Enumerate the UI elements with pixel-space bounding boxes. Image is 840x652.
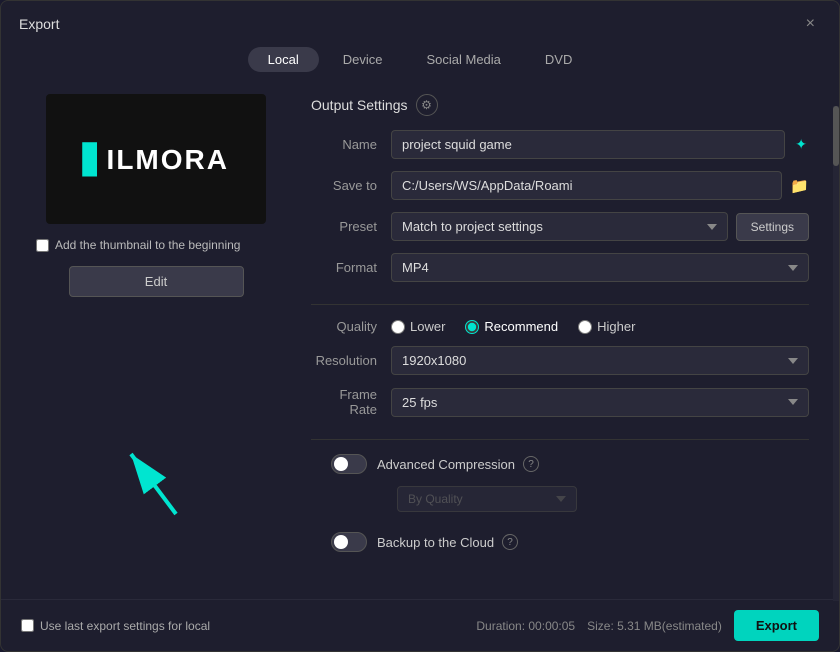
right-panel: Output Settings ⚙ Name ✦ Save to 📁 Prese… — [301, 84, 829, 599]
quality-lower-item[interactable]: Lower — [391, 319, 445, 334]
left-panel: ▋ILMORA Add the thumbnail to the beginni… — [11, 84, 301, 599]
backup-cloud-label: Backup to the Cloud — [377, 535, 494, 550]
frame-rate-label: Frame Rate — [311, 387, 391, 417]
format-row: Format MP4 — [311, 253, 809, 282]
backup-cloud-help-icon[interactable]: ? — [502, 534, 518, 550]
preset-row: Preset Match to project settings Setting… — [311, 212, 809, 241]
quality-lower-radio[interactable] — [391, 320, 405, 334]
quality-row: Quality Lower Recommend Higher — [311, 319, 809, 334]
format-select[interactable]: MP4 — [391, 253, 809, 282]
tab-device[interactable]: Device — [323, 47, 403, 72]
advanced-compression-label: Advanced Compression — [377, 457, 515, 472]
preset-label: Preset — [311, 219, 391, 234]
quality-label: Quality — [311, 319, 391, 334]
quality-higher-item[interactable]: Higher — [578, 319, 635, 334]
name-input[interactable] — [391, 130, 785, 159]
resolution-row: Resolution 1920x1080 — [311, 346, 809, 375]
quality-radio-group: Lower Recommend Higher — [391, 319, 635, 334]
filmora-logo: ▋ILMORA — [83, 143, 229, 176]
quality-recommend-radio[interactable] — [465, 320, 479, 334]
arrow-area — [111, 297, 201, 589]
save-to-label: Save to — [311, 178, 391, 193]
preset-select-row: Match to project settings Settings — [391, 212, 809, 241]
save-to-input[interactable] — [391, 171, 782, 200]
advanced-compression-toggle[interactable] — [331, 454, 367, 474]
format-label: Format — [311, 260, 391, 275]
output-settings-header: Output Settings ⚙ — [311, 94, 809, 116]
by-quality-select[interactable]: By Quality — [397, 486, 577, 512]
thumbnail-preview: ▋ILMORA — [46, 94, 266, 224]
scrollbar-thumb[interactable] — [833, 106, 839, 166]
export-dialog: Export × Local Device Social Media DVD ▋… — [0, 0, 840, 652]
divider-2 — [311, 439, 809, 440]
footer-size: Size: 5.31 MB(estimated) — [587, 619, 722, 633]
use-last-settings-label: Use last export settings for local — [40, 619, 210, 633]
frame-rate-select[interactable]: 25 fps — [391, 388, 809, 417]
edit-button[interactable]: Edit — [69, 266, 244, 297]
footer-duration: Duration: 00:00:05 — [476, 619, 575, 633]
divider-1 — [311, 304, 809, 305]
f-icon: ▋ — [83, 144, 107, 175]
scrollbar-track — [833, 106, 839, 599]
tab-dvd[interactable]: DVD — [525, 47, 592, 72]
by-quality-container: By Quality — [311, 486, 809, 522]
tab-social-media[interactable]: Social Media — [406, 47, 520, 72]
tab-local[interactable]: Local — [248, 47, 319, 72]
quality-recommend-item[interactable]: Recommend — [465, 319, 558, 334]
export-button[interactable]: Export — [734, 610, 819, 641]
tabs-bar: Local Device Social Media DVD — [1, 43, 839, 84]
pointer-arrow — [111, 429, 191, 529]
content-area: ▋ILMORA Add the thumbnail to the beginni… — [1, 84, 839, 599]
preset-settings-button[interactable]: Settings — [736, 213, 809, 241]
title-bar: Export × — [1, 1, 839, 43]
quality-lower-label: Lower — [410, 319, 445, 334]
frame-rate-row: Frame Rate 25 fps — [311, 387, 809, 417]
footer-checkbox-row: Use last export settings for local — [21, 619, 210, 633]
folder-icon-button[interactable]: 📁 — [790, 177, 809, 195]
ai-icon-button[interactable]: ✦ — [793, 134, 809, 155]
settings-circle-icon: ⚙ — [416, 94, 438, 116]
name-row: Name ✦ — [311, 130, 809, 159]
dialog-title: Export — [19, 16, 59, 32]
resolution-label: Resolution — [311, 353, 391, 368]
resolution-select[interactable]: 1920x1080 — [391, 346, 809, 375]
add-thumbnail-label: Add the thumbnail to the beginning — [55, 238, 240, 252]
backup-cloud-toggle[interactable] — [331, 532, 367, 552]
advanced-compression-row: Advanced Compression ? — [311, 454, 809, 474]
quality-recommend-label: Recommend — [484, 319, 558, 334]
name-label: Name — [311, 137, 391, 152]
footer: Use last export settings for local Durat… — [1, 599, 839, 651]
close-button[interactable]: × — [800, 13, 821, 35]
save-to-row: Save to 📁 — [311, 171, 809, 200]
advanced-compression-help-icon[interactable]: ? — [523, 456, 539, 472]
add-thumbnail-checkbox[interactable] — [36, 239, 49, 252]
thumbnail-checkbox-row: Add the thumbnail to the beginning — [31, 238, 281, 252]
quality-higher-radio[interactable] — [578, 320, 592, 334]
backup-cloud-row: Backup to the Cloud ? — [311, 532, 809, 552]
use-last-settings-checkbox[interactable] — [21, 619, 34, 632]
output-settings-title: Output Settings — [311, 97, 408, 113]
quality-higher-label: Higher — [597, 319, 635, 334]
preset-select[interactable]: Match to project settings — [391, 212, 728, 241]
